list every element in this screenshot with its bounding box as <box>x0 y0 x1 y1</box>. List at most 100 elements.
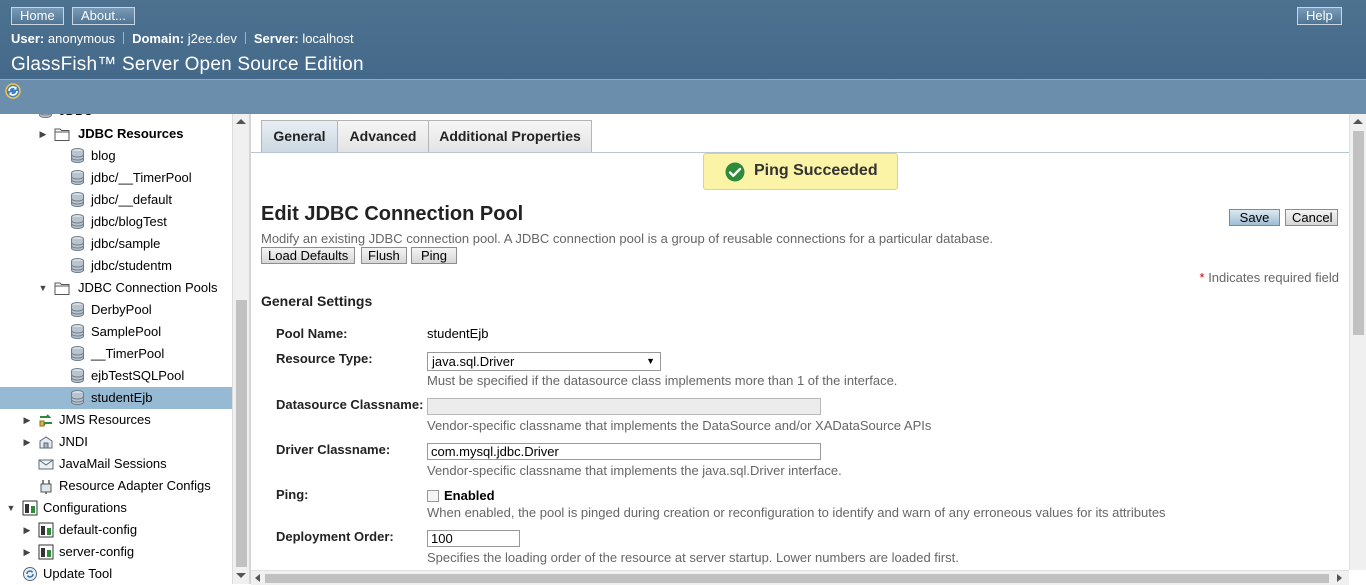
tree-node-jms-resources[interactable]: ▶ JMS Resources <box>0 409 232 431</box>
tab-additional-properties[interactable]: Additional Properties <box>428 120 592 153</box>
tree-node-derbypool[interactable]: DerbyPool <box>0 299 232 321</box>
home-button[interactable]: Home <box>11 7 64 25</box>
product-title: GlassFish™ Server Open Source Edition <box>11 54 364 75</box>
user-domain-server-info: User: anonymous Domain: j2ee.dev Server: l… <box>11 31 354 46</box>
folder-icon <box>54 280 70 296</box>
expand-arrow-icon[interactable]: ▶ <box>22 541 32 563</box>
database-icon <box>70 192 86 208</box>
tree-node-jdbc-partial[interactable]: JDBC <box>0 114 232 122</box>
database-icon <box>70 324 86 340</box>
deployment-order-help: Specifies the loading order of the resou… <box>427 550 959 565</box>
check-circle-icon <box>725 162 745 182</box>
scroll-up-arrow-icon[interactable] <box>1353 119 1363 124</box>
domain-label: Domain: <box>132 31 185 46</box>
database-icon <box>70 390 86 406</box>
jndi-icon <box>38 434 54 450</box>
deployment-order-input[interactable] <box>427 530 520 547</box>
database-icon <box>70 170 86 186</box>
pool-name-label: Pool Name: <box>276 326 348 341</box>
server-label: Server: <box>253 31 299 46</box>
tree-node-blog[interactable]: blog <box>0 145 232 167</box>
database-icon <box>70 368 86 384</box>
tree-node-label: DerbyPool <box>91 302 152 317</box>
tree-node-label: jdbc/__default <box>91 192 172 207</box>
tree-node-update-tool[interactable]: Update Tool <box>0 563 232 584</box>
tree-node-studentejb[interactable]: studentEjb <box>0 387 232 409</box>
adapter-icon <box>38 478 54 494</box>
update-tool-icon <box>22 566 38 582</box>
scroll-up-arrow-icon[interactable] <box>236 119 246 124</box>
navigation-tree: JDBC ▶ JDBC Resources blog jdbc/__TimerPool… <box>0 114 249 584</box>
help-button[interactable]: Help <box>1297 7 1342 25</box>
resource-type-selected: java.sql.Driver <box>432 354 515 369</box>
flush-button[interactable]: Flush <box>361 247 407 264</box>
tree-node-label: default-config <box>59 522 138 537</box>
database-icon <box>70 258 86 274</box>
refresh-icon[interactable] <box>5 83 21 99</box>
expand-arrow-icon[interactable]: ▶ <box>22 409 32 431</box>
tree-node-samplepool[interactable]: SamplePool <box>0 321 232 343</box>
tree-node-timerpool[interactable]: __TimerPool <box>0 343 232 365</box>
tree-node-jdbc-sample[interactable]: jdbc/sample <box>0 233 232 255</box>
datasource-classname-label: Datasource Classname: <box>276 397 424 412</box>
server-value: localhost <box>302 31 354 46</box>
driver-classname-help: Vendor-specific classname that implement… <box>427 463 842 478</box>
expand-arrow-icon[interactable]: ▶ <box>38 123 48 145</box>
tree-node-resource-adapter-configs[interactable]: Resource Adapter Configs <box>0 475 232 497</box>
ping-button[interactable]: Ping <box>411 247 457 264</box>
content-vertical-scrollbar[interactable] <box>1349 114 1366 570</box>
collapse-arrow-icon[interactable]: ▼ <box>38 277 48 299</box>
about-button[interactable]: About... <box>72 7 135 25</box>
database-icon <box>38 114 54 119</box>
ping-enabled-label: Enabled <box>444 488 495 503</box>
cancel-button[interactable]: Cancel <box>1285 209 1338 226</box>
user-label: User: <box>11 31 45 46</box>
database-icon <box>70 148 86 164</box>
tree-node-server-config[interactable]: ▶ server-config <box>0 541 232 563</box>
tree-node-label: SamplePool <box>91 324 162 339</box>
tree-node-javamail-sessions[interactable]: JavaMail Sessions <box>0 453 232 475</box>
tree-scrollbar[interactable] <box>232 114 250 584</box>
tree-node-label: jdbc/sample <box>91 236 161 251</box>
tree-node-jdbc-timerpool[interactable]: jdbc/__TimerPool <box>0 167 232 189</box>
tree-node-jdbc-connection-pools[interactable]: ▼ JDBC Connection Pools <box>0 277 232 299</box>
tree-node-jdbc-default[interactable]: jdbc/__default <box>0 189 232 211</box>
resource-type-select[interactable]: java.sql.Driver ▼ <box>427 352 661 371</box>
tree-node-jdbc-blogtest[interactable]: jdbc/blogTest <box>0 211 232 233</box>
ping-label: Ping: <box>276 487 309 502</box>
datasource-classname-input[interactable] <box>427 398 821 415</box>
database-icon <box>70 236 86 252</box>
tree-node-ejbtestsqlpool[interactable]: ejbTestSQLPool <box>0 365 232 387</box>
driver-classname-input[interactable] <box>427 443 821 460</box>
expand-arrow-icon[interactable]: ▶ <box>22 519 32 541</box>
expand-arrow-icon[interactable]: ▶ <box>22 431 32 453</box>
database-icon <box>70 214 86 230</box>
tree-scrollbar-thumb[interactable] <box>236 300 247 567</box>
scroll-right-arrow-icon[interactable] <box>1337 574 1342 582</box>
scroll-down-arrow-icon[interactable] <box>236 573 246 578</box>
scroll-left-arrow-icon[interactable] <box>255 574 260 582</box>
tree-node-configurations[interactable]: ▼ Configurations <box>0 497 232 519</box>
load-defaults-button[interactable]: Load Defaults <box>261 247 356 264</box>
tree-node-label: Configurations <box>43 500 127 515</box>
tree-node-jdbc-resources[interactable]: ▶ JDBC Resources <box>0 123 232 145</box>
save-button[interactable]: Save <box>1229 209 1280 226</box>
content-scrollbar-thumb[interactable] <box>1353 131 1364 335</box>
tree-node-jdbc-studentm[interactable]: jdbc/studentm <box>0 255 232 277</box>
jms-icon <box>38 412 54 428</box>
checkbox-box[interactable] <box>427 490 439 502</box>
tree-node-jndi[interactable]: ▶ JNDI <box>0 431 232 453</box>
required-star: * <box>1199 270 1205 285</box>
domain-value: j2ee.dev <box>187 31 237 46</box>
tab-general[interactable]: General <box>261 120 338 153</box>
tree-node-label: JDBC Resources <box>78 126 184 141</box>
collapse-arrow-icon[interactable]: ▼ <box>6 497 16 519</box>
page-title: Edit JDBC Connection Pool <box>261 203 524 225</box>
content-hscrollbar-thumb[interactable] <box>265 574 1329 583</box>
tree-node-label: blog <box>91 148 116 163</box>
tree-node-default-config[interactable]: ▶ default-config <box>0 519 232 541</box>
tree-node-label: jdbc/blogTest <box>91 214 167 229</box>
content-horizontal-scrollbar[interactable] <box>251 570 1349 585</box>
tree-node-label: ejbTestSQLPool <box>91 368 185 383</box>
tab-advanced[interactable]: Advanced <box>337 120 429 153</box>
